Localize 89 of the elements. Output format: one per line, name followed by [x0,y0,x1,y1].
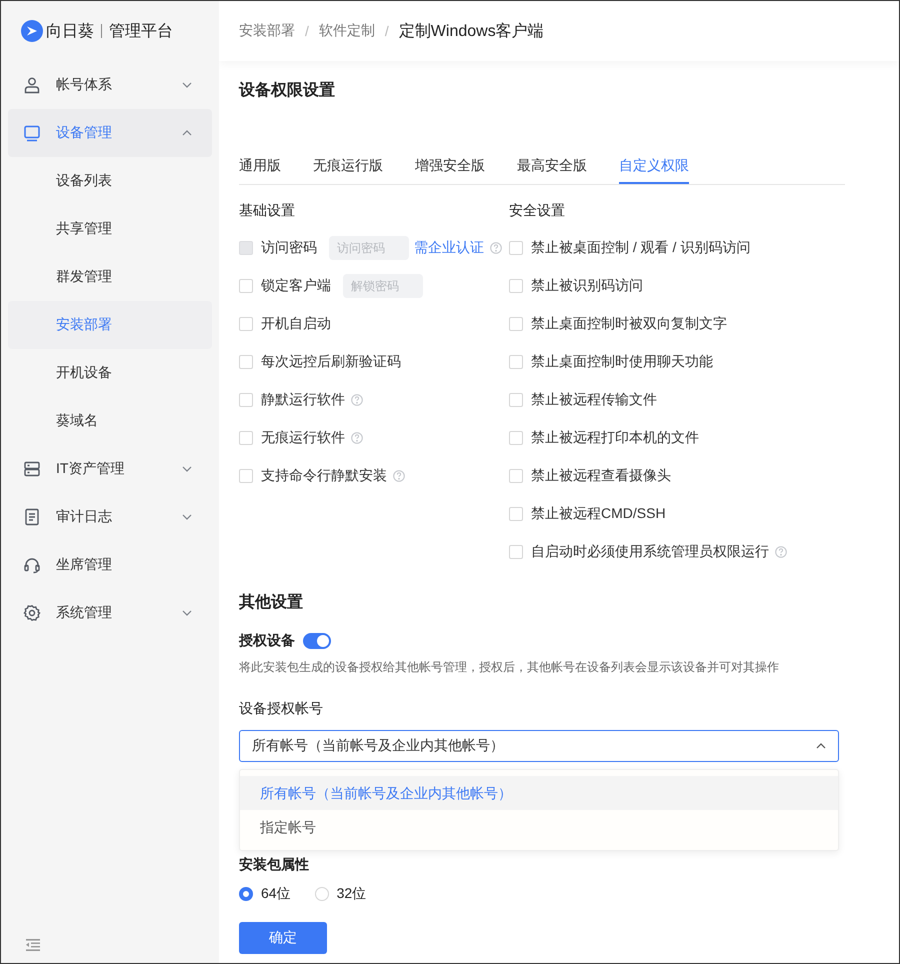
tab[interactable]: 最高安全版 [517,146,587,184]
chevron-icon [182,514,192,520]
breadcrumb-item[interactable]: 安装部署 [239,22,295,40]
collapse-icon[interactable] [26,939,40,951]
checkbox[interactable] [239,317,253,331]
option-label: 无痕运行软件 [261,429,345,447]
settings-icon [23,604,41,622]
input-field[interactable]: 解锁密码 [343,274,423,298]
server-icon [23,460,41,478]
chevron-icon [182,466,192,472]
option-label: 访问密码 [261,239,317,257]
sidebar-item[interactable]: 帐号体系 [8,61,212,109]
chevron-icon [182,610,192,616]
option-label: 锁定客户端 [261,277,331,295]
radio-label: 32位 [336,885,366,903]
tab[interactable]: 通用版 [239,146,281,184]
field-label: 设备授权帐号 [239,700,324,718]
tab[interactable]: 增强安全版 [415,146,485,184]
brand-product: 管理平台 [109,22,173,42]
help-icon[interactable] [775,546,787,558]
field-label: 安装包属性 [239,856,310,874]
monitor-icon [23,124,41,142]
option-label: 支持命令行静默安装 [261,467,387,485]
sidebar-subitem[interactable]: 设备列表 [8,157,212,205]
checkbox[interactable] [239,469,253,483]
dropdown-option[interactable]: 所有帐号（当前帐号及企业内其他帐号） [240,776,838,810]
sidebar-subitem[interactable]: 共享管理 [8,205,212,253]
radio-button[interactable] [239,887,253,901]
toggle-label: 授权设备 [239,632,295,650]
breadcrumb-item: 定制Windows客户端 [398,22,544,42]
help-icon[interactable] [351,394,363,406]
option-label: 禁止被识别码访问 [531,277,643,295]
checkbox[interactable] [509,469,523,483]
document-icon [23,508,41,526]
option-label: 静默运行软件 [261,391,345,409]
option-label: 自启动时必须使用系统管理员权限运行 [531,543,769,561]
checkbox[interactable] [239,393,253,407]
user-icon [23,76,41,94]
chevron-icon [816,743,826,749]
description-text: 将此安装包生成的设备授权给其他帐号管理，授权后，其他帐号在设备列表会显示该设备并可对其操作 [239,659,780,676]
option-label: 禁止被远程打印本机的文件 [531,429,699,447]
checkbox[interactable] [509,279,523,293]
checkbox[interactable] [509,545,523,559]
section-heading: 安全设置 [509,201,566,220]
sidebar-subitem[interactable]: 群发管理 [8,253,212,301]
brand-name: 向日葵 [46,22,94,42]
checkbox[interactable] [509,355,523,369]
option-label: 禁止桌面控制时使用聊天功能 [531,353,713,371]
dropdown-option[interactable]: 指定帐号 [240,810,838,844]
sidebar-subitem[interactable]: 安装部署 [8,301,212,349]
help-icon[interactable] [351,432,363,444]
checkbox[interactable] [239,431,253,445]
checkbox[interactable] [509,507,523,521]
chevron-icon [182,130,192,136]
sidebar-subitem[interactable]: 开机设备 [8,349,212,397]
checkbox[interactable] [509,317,523,331]
page-title: 设备权限设置 [239,81,336,101]
tab[interactable]: 自定义权限 [619,146,689,184]
checkbox[interactable] [509,241,523,255]
checkbox[interactable] [509,431,523,445]
sidebar-subitem[interactable]: 葵域名 [8,397,212,445]
section-heading: 其他设置 [239,592,304,613]
breadcrumb-item[interactable]: 软件定制 [318,22,375,40]
confirm-button[interactable]: 确定 [239,922,327,954]
sidebar-item[interactable]: 审计日志 [8,493,212,541]
option-label: 禁止被远程传输文件 [531,391,657,409]
chevron-icon [182,82,192,88]
checkbox[interactable] [239,355,253,369]
tab[interactable]: 无痕运行版 [313,146,383,184]
headset-icon [23,556,41,574]
option-label: 禁止被远程查看摄像头 [531,467,671,485]
option-label: 开机自启动 [261,315,331,333]
sidebar-item[interactable]: IT资产管理 [8,445,212,493]
option-label: 禁止被远程CMD/SSH [531,505,666,523]
account-select[interactable]: 所有帐号（当前帐号及企业内其他帐号） [239,730,839,762]
breadcrumb-separator: / [305,23,309,39]
option-label: 禁止被桌面控制 / 观看 / 识别码访问 [531,239,750,257]
logo-icon [21,20,43,42]
option-label: 每次远控后刷新验证码 [261,353,401,371]
toggle-switch[interactable] [303,633,331,649]
radio-label: 64位 [261,885,291,903]
sidebar-item[interactable]: 系统管理 [8,589,212,637]
sidebar-item[interactable]: 坐席管理 [8,541,212,589]
option-label: 禁止桌面控制时被双向复制文字 [531,315,727,333]
help-icon[interactable] [393,470,405,482]
checkbox[interactable] [239,279,253,293]
section-heading: 基础设置 [239,201,296,220]
checkbox[interactable] [509,393,523,407]
breadcrumb-separator: / [384,23,389,39]
